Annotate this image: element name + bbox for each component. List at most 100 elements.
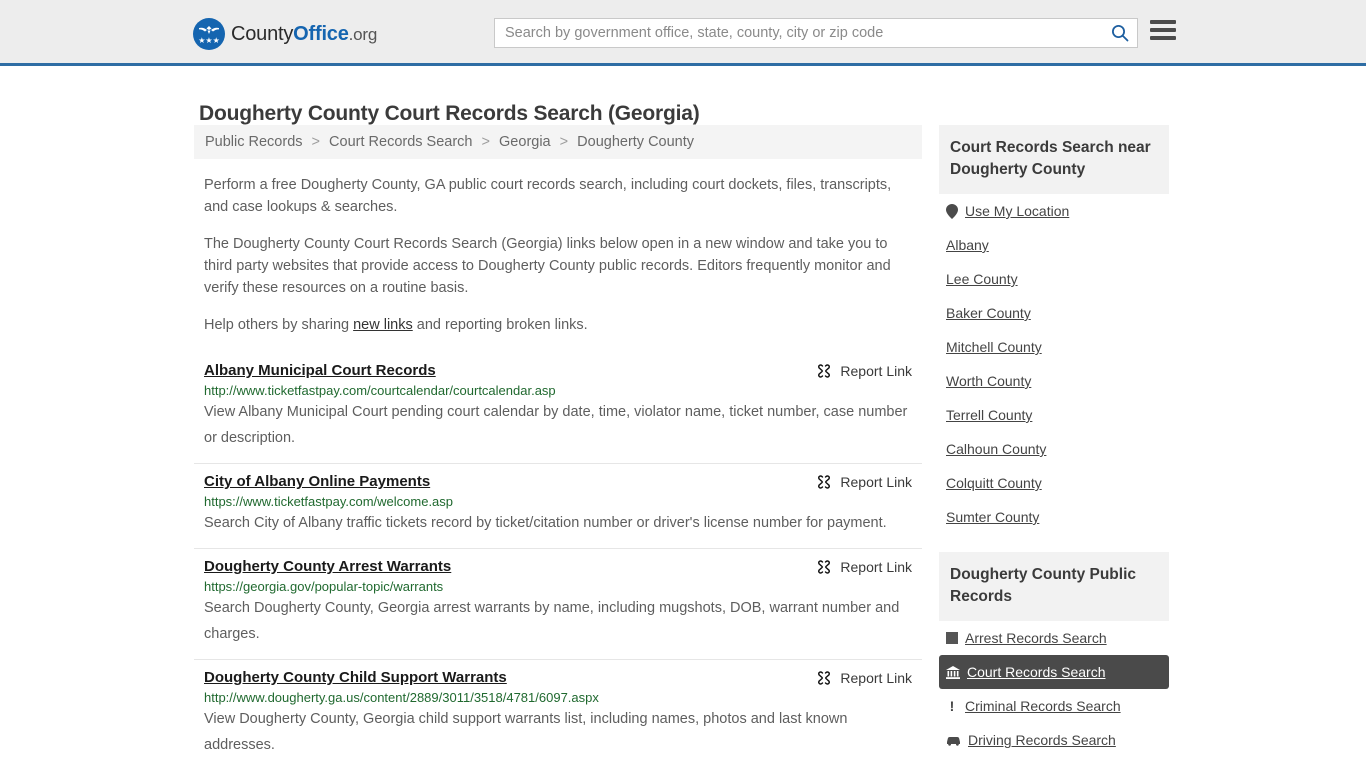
sidebar-item-terrell-county[interactable]: Terrell County [939, 398, 1169, 432]
sidebar-item-baker-county[interactable]: Baker County [939, 296, 1169, 330]
result-url[interactable]: http://www.dougherty.ga.us/content/2889/… [204, 690, 912, 705]
new-links-link[interactable]: new links [353, 317, 413, 333]
sidebar-link-label[interactable]: Court Records Search [967, 664, 1106, 680]
eagle-icon [199, 26, 219, 34]
report-link-label: Report Link [840, 474, 912, 490]
result-description: Search Dougherty County, Georgia arrest … [204, 600, 900, 642]
public-records-panel-title: Dougherty County Public Records [939, 552, 1169, 621]
stars-icon: ★★★ [198, 36, 220, 45]
result-header: Dougherty County Child Support Warrants … [204, 669, 912, 686]
result-description: View Albany Municipal Court pending cour… [204, 404, 908, 446]
site-header: ★★★ CountyOffice.org [0, 0, 1366, 66]
sidebar-link-label[interactable]: Baker County [946, 305, 1031, 321]
main-content: Public Records > Court Records Search > … [194, 125, 922, 768]
broken-link-icon [818, 671, 831, 685]
result-description: Search City of Albany traffic tickets re… [204, 515, 887, 531]
result-title-link[interactable]: Dougherty County Arrest Warrants [204, 558, 451, 575]
search-bar[interactable] [494, 18, 1138, 48]
sidebar-link-label[interactable]: Criminal Records Search [965, 698, 1121, 714]
breadcrumb-separator: > [559, 134, 569, 150]
results-list: Albany Municipal Court Records Report Li… [194, 353, 922, 768]
sidebar-item-calhoun-county[interactable]: Calhoun County [939, 432, 1169, 466]
breadcrumb: Public Records > Court Records Search > … [194, 125, 922, 159]
intro-paragraph-2: The Dougherty County Court Records Searc… [204, 236, 891, 296]
result-url[interactable]: https://georgia.gov/popular-topic/warran… [204, 579, 912, 594]
sidebar-link-label[interactable]: Driving Records Search [968, 732, 1116, 748]
report-link-button[interactable]: Report Link [816, 669, 912, 686]
broken-link-icon [818, 364, 831, 378]
breadcrumb-separator: > [311, 134, 321, 150]
sidebar-item-sumter-county[interactable]: Sumter County [939, 500, 1169, 534]
result-title-link[interactable]: Albany Municipal Court Records [204, 362, 436, 379]
report-link-label: Report Link [840, 559, 912, 575]
result-header: Dougherty County Arrest Warrants Report … [204, 558, 912, 575]
result-item: Dougherty County Arrest Warrants Report … [194, 549, 922, 660]
hamburger-bar [1150, 28, 1176, 32]
sidebar-item-court-records-search[interactable]: Court Records Search [939, 655, 1169, 689]
sidebar-item-mitchell-county[interactable]: Mitchell County [939, 330, 1169, 364]
public-records-list: Arrest Records Search Court Records Sear… [939, 621, 1169, 757]
hamburger-bar [1150, 20, 1176, 24]
result-header: City of Albany Online Payments Report Li… [204, 473, 912, 490]
eagle-seal-icon: ★★★ [193, 18, 225, 50]
result-item: Albany Municipal Court Records Report Li… [194, 353, 922, 464]
search-button[interactable] [1103, 19, 1137, 47]
breadcrumb-item-georgia[interactable]: Georgia [499, 134, 551, 150]
search-icon [1112, 25, 1129, 42]
report-link-label: Report Link [840, 670, 912, 686]
sidebar-link-label[interactable]: Colquitt County [946, 475, 1042, 491]
breadcrumb-separator: > [481, 134, 490, 150]
sidebar-link-label[interactable]: Arrest Records Search [965, 630, 1107, 646]
breadcrumb-item-public-records[interactable]: Public Records [205, 134, 303, 150]
sidebar-item-albany[interactable]: Albany [939, 228, 1169, 262]
sidebar-item-criminal-records-search[interactable]: ! Criminal Records Search [939, 689, 1169, 723]
intro-paragraph-1: Perform a free Dougherty County, GA publ… [204, 177, 892, 215]
result-url[interactable]: https://www.ticketfastpay.com/welcome.as… [204, 494, 912, 509]
nearby-list: Use My Location Albany Lee County Baker … [939, 194, 1169, 534]
logo-text-county: County [231, 22, 294, 45]
car-icon [947, 736, 960, 746]
result-item: Dougherty County Child Support Warrants … [194, 660, 922, 768]
square-icon [946, 632, 958, 644]
breadcrumb-item-dougherty-county[interactable]: Dougherty County [577, 134, 694, 150]
sidebar-link-label[interactable]: Lee County [946, 271, 1018, 287]
logo-text-office: Office [293, 22, 349, 45]
nearby-panel-title: Court Records Search near Dougherty Coun… [939, 125, 1169, 194]
sidebar-item-use-my-location[interactable]: Use My Location [939, 194, 1169, 228]
courthouse-icon [946, 665, 960, 679]
result-url[interactable]: http://www.ticketfastpay.com/courtcalend… [204, 383, 912, 398]
sidebar-link-label[interactable]: Worth County [946, 373, 1031, 389]
hamburger-bar [1150, 36, 1176, 40]
report-link-button[interactable]: Report Link [816, 362, 912, 379]
logo-text-org: .org [348, 24, 378, 44]
result-title-link[interactable]: City of Albany Online Payments [204, 473, 430, 490]
breadcrumb-item-court-records-search[interactable]: Court Records Search [329, 134, 472, 150]
share-text-after: and reporting broken links. [412, 317, 588, 333]
sidebar: Court Records Search near Dougherty Coun… [939, 125, 1169, 757]
broken-link-icon [818, 560, 831, 574]
report-link-button[interactable]: Report Link [816, 473, 912, 490]
result-item: City of Albany Online Payments Report Li… [194, 464, 922, 549]
search-input[interactable] [495, 19, 1103, 47]
sidebar-link-label[interactable]: Mitchell County [946, 339, 1042, 355]
map-pin-icon [946, 203, 958, 219]
sidebar-link-label[interactable]: Use My Location [965, 203, 1069, 219]
sidebar-item-lee-county[interactable]: Lee County [939, 262, 1169, 296]
sidebar-link-label[interactable]: Calhoun County [946, 441, 1046, 457]
page-title: Dougherty County Court Records Search (G… [199, 102, 700, 126]
result-description: View Dougherty County, Georgia child sup… [204, 711, 848, 753]
sidebar-item-worth-county[interactable]: Worth County [939, 364, 1169, 398]
report-link-button[interactable]: Report Link [816, 558, 912, 575]
result-title-link[interactable]: Dougherty County Child Support Warrants [204, 669, 507, 686]
sidebar-item-colquitt-county[interactable]: Colquitt County [939, 466, 1169, 500]
sidebar-link-label[interactable]: Sumter County [946, 509, 1039, 525]
logo-wordmark: CountyOffice.org [231, 23, 377, 46]
site-logo[interactable]: ★★★ CountyOffice.org [193, 18, 377, 50]
sidebar-item-driving-records-search[interactable]: Driving Records Search [939, 723, 1169, 757]
sidebar-link-label[interactable]: Terrell County [946, 407, 1032, 423]
sidebar-link-label[interactable]: Albany [946, 237, 989, 253]
result-header: Albany Municipal Court Records Report Li… [204, 362, 912, 379]
hamburger-menu-icon[interactable] [1150, 20, 1176, 40]
sidebar-item-arrest-records-search[interactable]: Arrest Records Search [939, 621, 1169, 655]
